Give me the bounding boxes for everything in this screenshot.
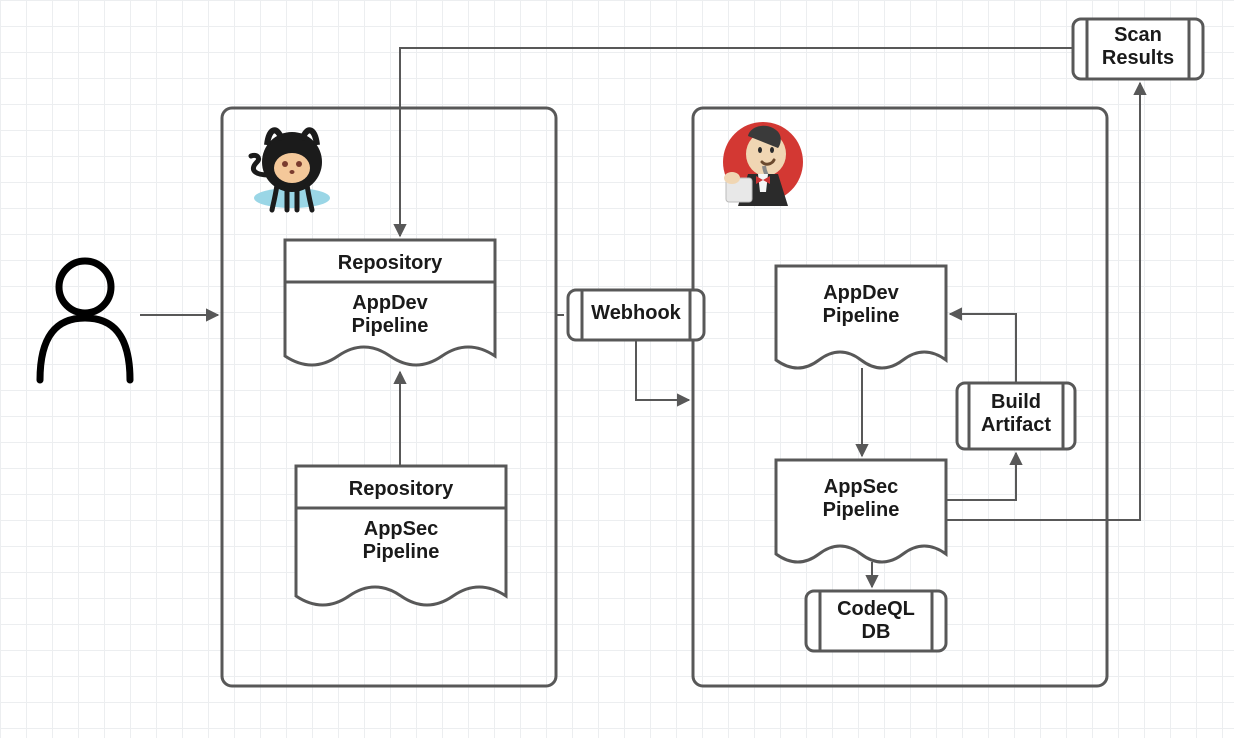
edge-webhook-to-jenkins [636, 340, 689, 400]
user-icon [40, 261, 130, 380]
webhook-node [568, 290, 704, 340]
edge-appsec-to-scan [946, 83, 1140, 520]
edge-build-to-appdev [950, 314, 1016, 383]
build-artifact-node [957, 383, 1075, 449]
repo-appdev-node [285, 240, 495, 365]
diagram-canvas [0, 0, 1234, 738]
github-logo-icon [251, 130, 330, 210]
scan-results-node [1073, 19, 1203, 79]
jenkins-logo-icon [723, 122, 803, 206]
edge-appsec-to-build [946, 453, 1016, 500]
repo-appsec-node [296, 466, 506, 605]
appdev-pipeline-node [776, 266, 946, 368]
appsec-pipeline-node [776, 460, 946, 562]
codeql-db-node [806, 591, 946, 651]
